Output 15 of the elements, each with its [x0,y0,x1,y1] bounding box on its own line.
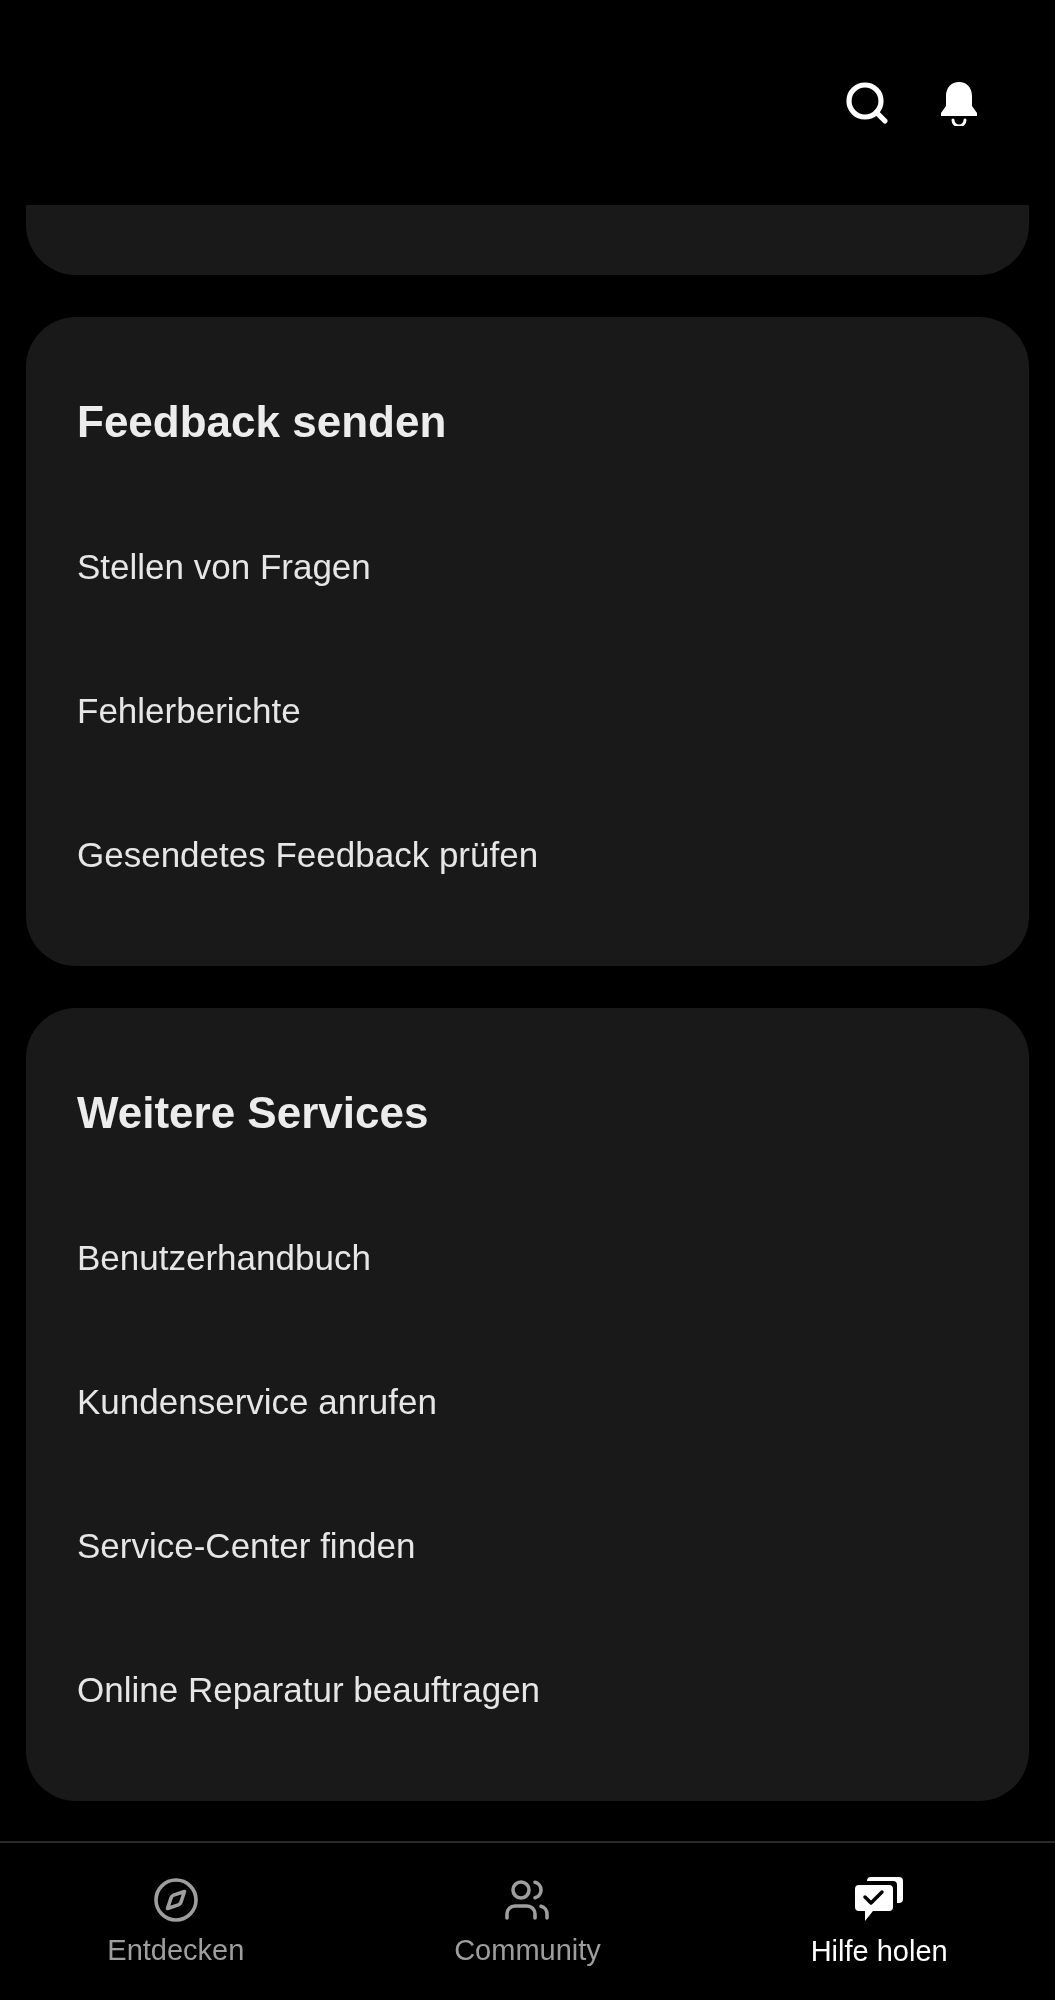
nav-tab[interactable]: Entdecken [0,1843,352,2000]
notifications-button[interactable] [939,79,979,126]
nav-tab[interactable]: Hilfe holen [703,1843,1055,2000]
section-title: Feedback senden [77,396,448,448]
menu-item[interactable]: Stellen von Fragen [77,495,978,639]
menu-item[interactable]: Online Reparatur beauftragen [77,1618,978,1762]
menu-item[interactable]: Fehlerberichte [77,639,978,783]
section-title: Weitere Services [77,1087,430,1139]
compass-icon [151,1876,200,1924]
nav-tab[interactable]: Community [351,1843,704,2000]
menu-item[interactable]: Gesendetes Feedback prüfen [77,783,978,927]
bell-icon [939,79,979,126]
menu-item[interactable]: Service-Center finden [77,1474,978,1618]
menu-item[interactable]: Kundenservice anrufen [77,1330,978,1474]
menu-item[interactable]: Benutzerhandbuch [77,1186,978,1330]
